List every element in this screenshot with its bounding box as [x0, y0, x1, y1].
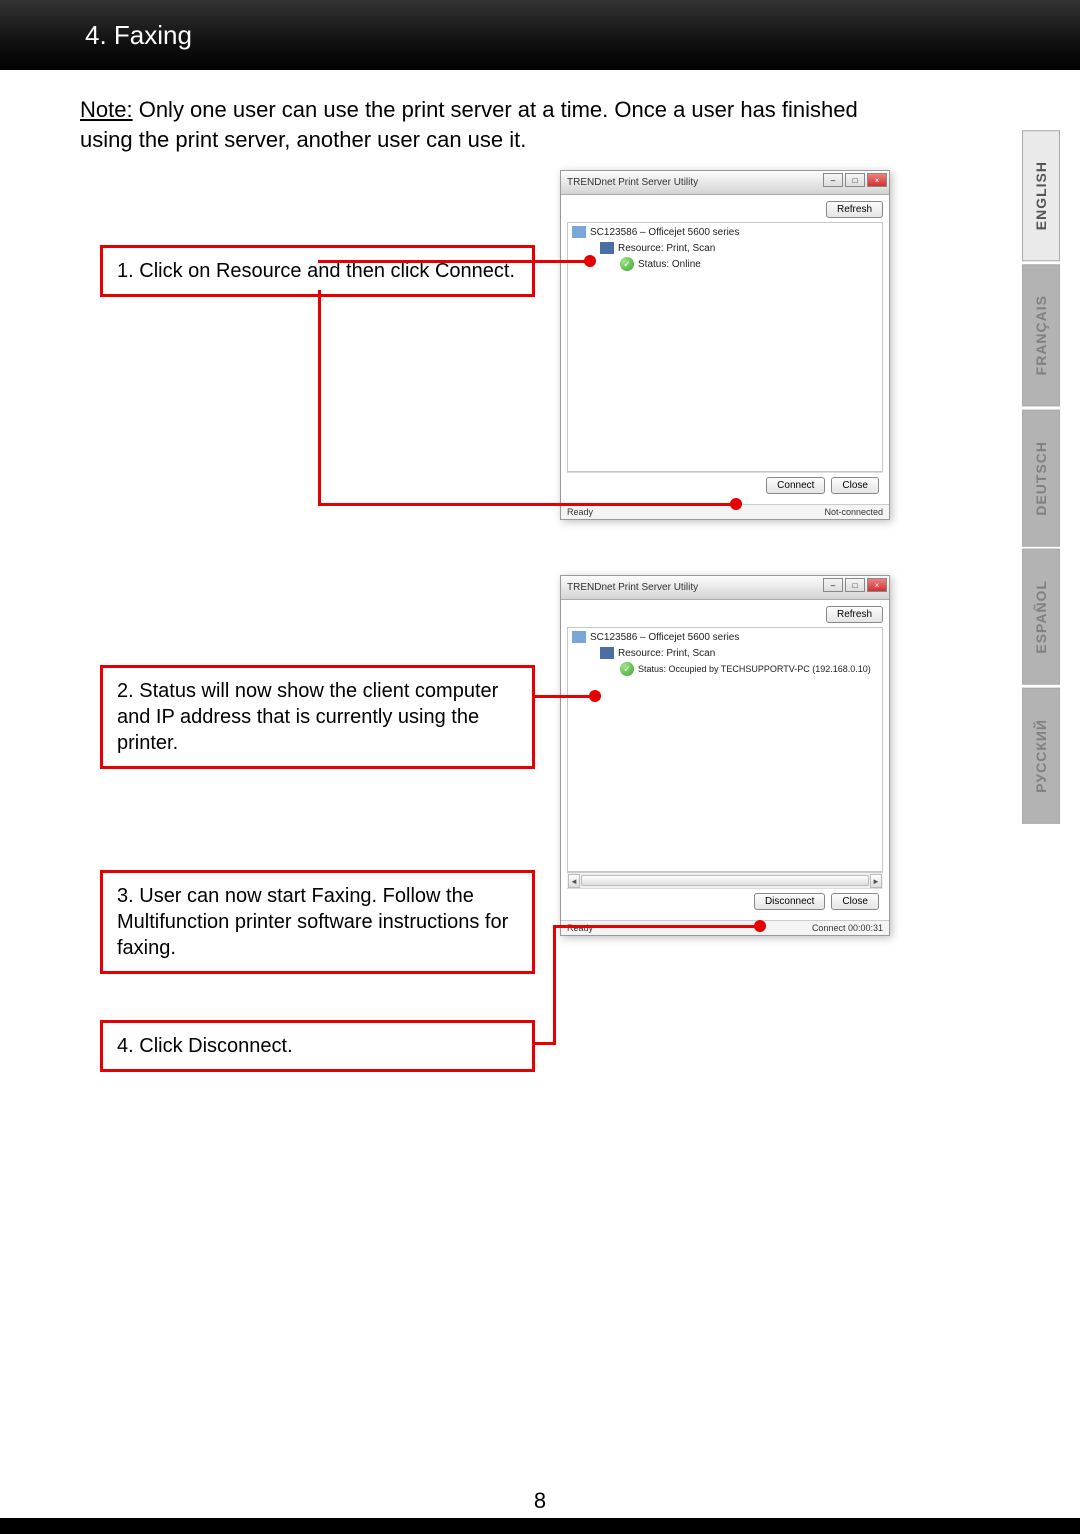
note-text: Only one user can use the print server a…: [80, 97, 858, 152]
resource-text: Resource: Print, Scan: [618, 243, 715, 254]
device-name: SC123586 – Officejet 5600 series: [590, 227, 739, 238]
window-titlebar: TRENDnet Print Server Utility – □ ×: [561, 576, 889, 600]
window-body: Refresh SC123586 – Officejet 5600 series…: [561, 195, 889, 504]
connector-dot: [584, 255, 596, 267]
device-name: SC123586 – Officejet 5600 series: [590, 632, 739, 643]
lang-tab-francais[interactable]: FRANÇAIS: [1022, 264, 1060, 406]
callout-3: 3. User can now start Faxing. Follow the…: [100, 870, 535, 974]
device-tree[interactable]: SC123586 – Officejet 5600 series Resourc…: [567, 627, 883, 872]
language-tabs: ENGLISH FRANÇAIS DEUTSCH ESPAÑOL РУССКИЙ: [1022, 130, 1062, 827]
window-controls: – □ ×: [823, 173, 887, 187]
connector-line: [535, 1042, 555, 1045]
window-titlebar: TRENDnet Print Server Utility – □ ×: [561, 171, 889, 195]
window-title: TRENDnet Print Server Utility: [567, 177, 698, 188]
status-connection: Connect 00:00:31: [812, 923, 883, 933]
status-connection: Not-connected: [824, 507, 883, 517]
close-window-button[interactable]: ×: [867, 578, 887, 592]
lang-tab-russian[interactable]: РУССКИЙ: [1022, 688, 1060, 824]
footer-band: [0, 1518, 1080, 1534]
connector-line: [318, 290, 321, 505]
disconnect-button[interactable]: Disconnect: [754, 893, 825, 910]
close-button[interactable]: Close: [831, 893, 879, 910]
window-title: TRENDnet Print Server Utility: [567, 582, 698, 593]
check-icon: ✓: [620, 662, 634, 676]
maximize-button[interactable]: □: [845, 578, 865, 592]
print-server-window-1: TRENDnet Print Server Utility – □ × Refr…: [560, 170, 890, 520]
print-server-window-2: TRENDnet Print Server Utility – □ × Refr…: [560, 575, 890, 936]
lang-tab-english[interactable]: ENGLISH: [1022, 130, 1060, 261]
scroll-left-arrow[interactable]: ◄: [568, 874, 580, 888]
resource-text: Resource: Print, Scan: [618, 648, 715, 659]
device-icon: [572, 226, 586, 238]
step-number: 4.: [117, 1035, 134, 1057]
callout-4: 4. Click Disconnect.: [100, 1020, 535, 1072]
step-number: 2.: [117, 680, 134, 702]
close-button[interactable]: Close: [831, 477, 879, 494]
printer-icon: [600, 647, 614, 659]
connector-line: [553, 925, 760, 928]
status-bar: Ready Not-connected: [561, 504, 889, 519]
connector-dot: [754, 920, 766, 932]
status-ready: Ready: [567, 507, 593, 517]
connector-line: [318, 503, 736, 506]
close-window-button[interactable]: ×: [867, 173, 887, 187]
connect-button[interactable]: Connect: [766, 477, 825, 494]
connector-line: [553, 925, 556, 1045]
step-number: 1.: [117, 260, 134, 282]
device-tree[interactable]: SC123586 – Officejet 5600 series Resourc…: [567, 222, 883, 472]
connector-dot: [730, 498, 742, 510]
minimize-button[interactable]: –: [823, 173, 843, 187]
step-number: 3.: [117, 885, 134, 907]
window-controls: – □ ×: [823, 578, 887, 592]
status-text: Status: Online: [638, 259, 701, 270]
connector-dot: [589, 690, 601, 702]
refresh-button[interactable]: Refresh: [826, 201, 883, 218]
page-number: 8: [0, 1488, 1080, 1514]
connector-line: [535, 695, 595, 698]
device-icon: [572, 631, 586, 643]
horizontal-scrollbar[interactable]: ◄ ►: [567, 872, 883, 888]
lang-tab-espanol[interactable]: ESPAÑOL: [1022, 549, 1060, 685]
scroll-right-arrow[interactable]: ►: [870, 874, 882, 888]
scroll-thumb[interactable]: [581, 875, 869, 886]
refresh-button[interactable]: Refresh: [826, 606, 883, 623]
note-label: Note:: [80, 97, 133, 122]
minimize-button[interactable]: –: [823, 578, 843, 592]
printer-icon: [600, 242, 614, 254]
maximize-button[interactable]: □: [845, 173, 865, 187]
header-bar: 4. Faxing: [0, 0, 1080, 70]
connector-line: [318, 260, 590, 263]
window-body: Refresh SC123586 – Officejet 5600 series…: [561, 600, 889, 920]
status-text: Status: Occupied by TECHSUPPORTV-PC (192…: [638, 664, 871, 674]
check-icon: ✓: [620, 257, 634, 271]
callout-2: 2. Status will now show the client compu…: [100, 665, 535, 769]
page-title: 4. Faxing: [85, 20, 192, 51]
note-paragraph: Note: Only one user can use the print se…: [80, 95, 880, 154]
lang-tab-deutsch[interactable]: DEUTSCH: [1022, 410, 1060, 547]
